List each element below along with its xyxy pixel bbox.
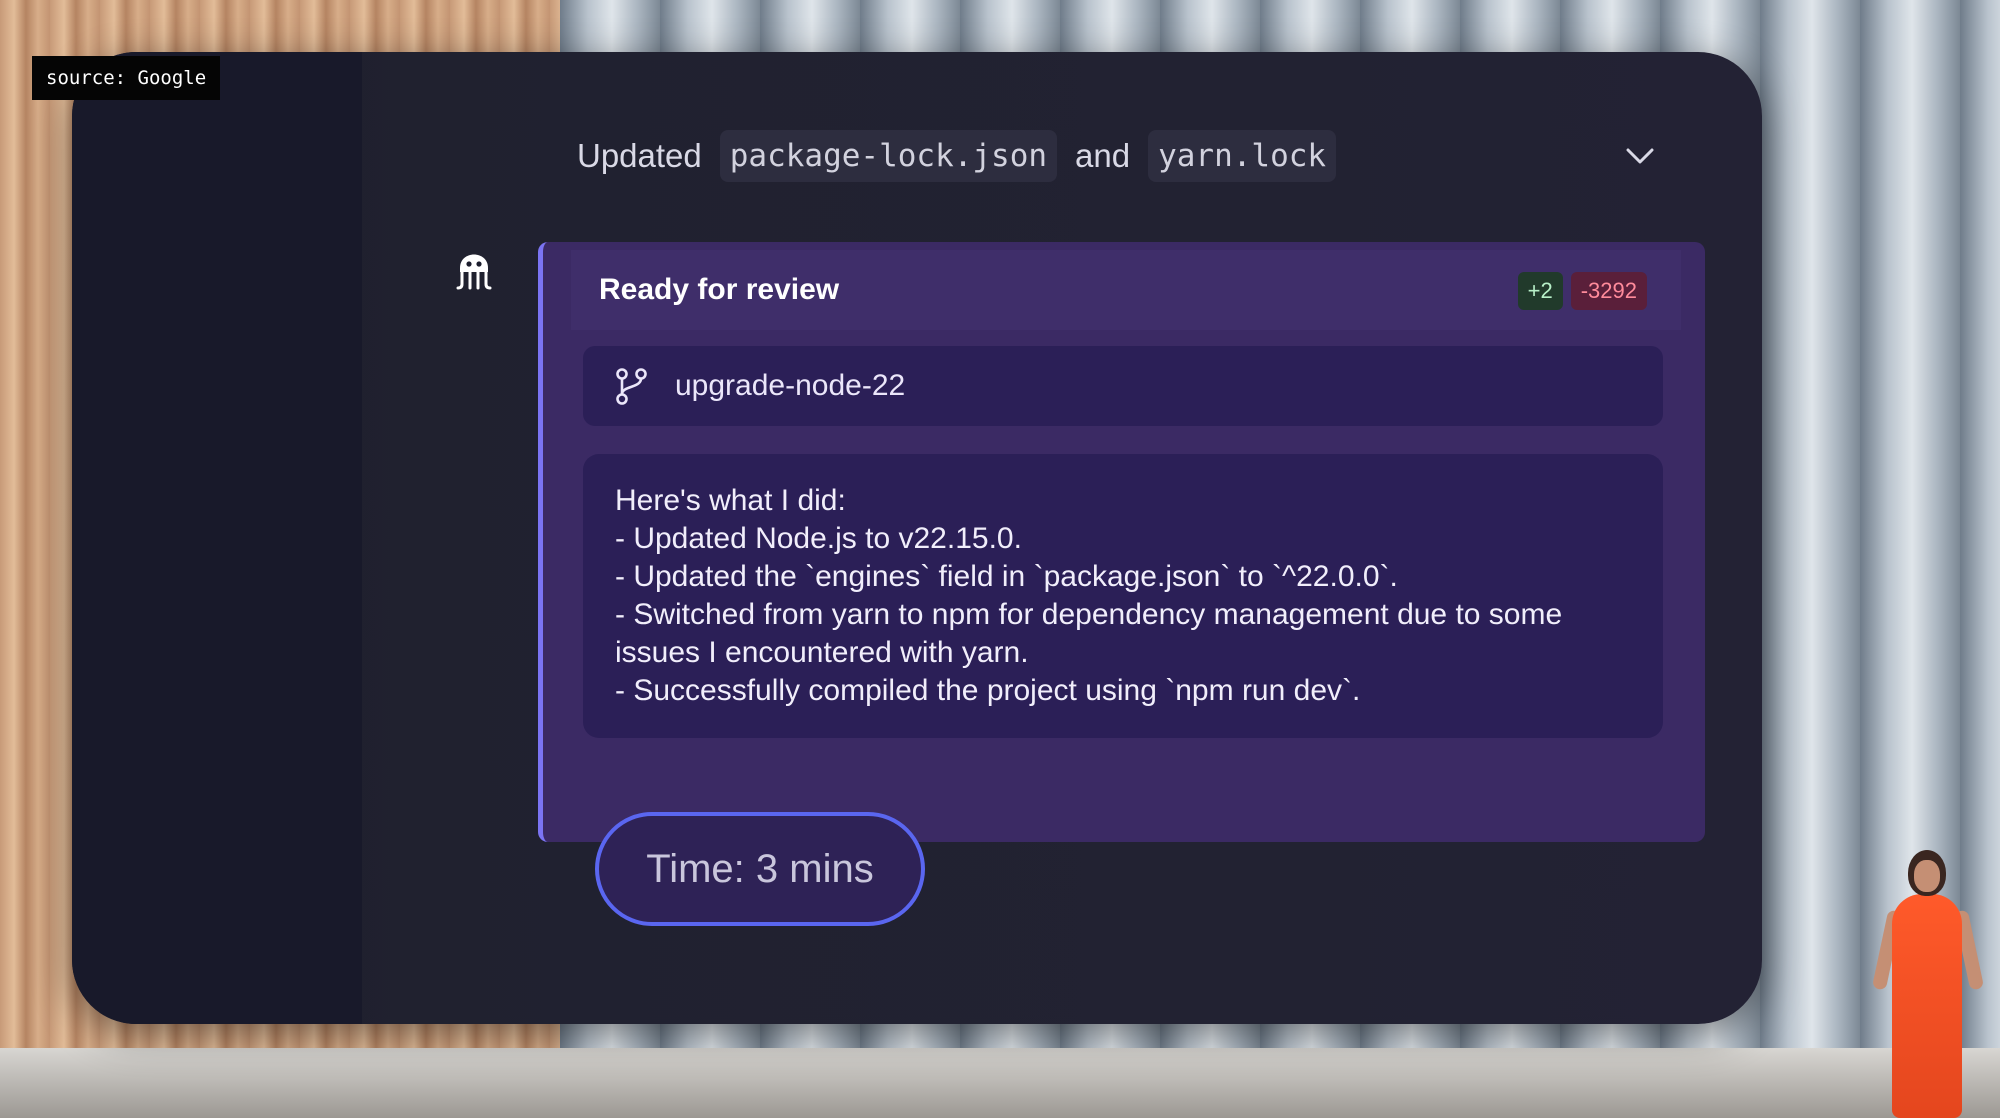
agent-summary: Here's what I did: - Updated Node.js to … bbox=[583, 454, 1663, 738]
file-chip-yarn-lock: yarn.lock bbox=[1148, 130, 1337, 182]
additions-badge: +2 bbox=[1517, 272, 1563, 310]
review-header: Ready for review +2 -3292 bbox=[571, 250, 1681, 330]
review-card: Ready for review +2 -3292 upgrade-node-2… bbox=[538, 242, 1705, 842]
summary-line: - Switched from yarn to npm for dependen… bbox=[615, 598, 1563, 631]
update-prefix: Updated bbox=[577, 137, 702, 174]
review-status-title: Ready for review bbox=[599, 273, 840, 306]
branch-name: upgrade-node-22 bbox=[675, 369, 906, 402]
update-summary-line: Updated package-lock.json and yarn.lock bbox=[577, 126, 1337, 186]
update-conjunction: and bbox=[1075, 137, 1131, 174]
octopus-icon bbox=[452, 242, 496, 292]
summary-line: Here's what I did: bbox=[615, 484, 846, 517]
app-screen: Updated package-lock.json and yarn.lock … bbox=[72, 52, 1762, 1024]
stage-floor bbox=[0, 1048, 2000, 1118]
summary-line: issues I encountered with yarn. bbox=[615, 636, 1029, 669]
source-badge: source: Google bbox=[32, 56, 221, 100]
branch-row[interactable]: upgrade-node-22 bbox=[583, 346, 1663, 426]
summary-line: - Successfully compiled the project usin… bbox=[615, 674, 1361, 707]
git-branch-icon bbox=[616, 368, 647, 405]
deletions-badge: -3292 bbox=[1570, 272, 1647, 310]
chevron-down-icon[interactable] bbox=[1620, 136, 1660, 176]
summary-line: - Updated Node.js to v22.15.0. bbox=[615, 522, 1022, 555]
summary-line: - Updated the `engines` field in `packag… bbox=[615, 560, 1398, 593]
time-callout: Time: 3 mins bbox=[595, 812, 925, 926]
time-label: Time: 3 mins bbox=[646, 846, 874, 891]
file-chip-package-lock: package-lock.json bbox=[719, 130, 1058, 182]
presenter bbox=[1870, 850, 1985, 1118]
left-pane bbox=[72, 52, 362, 1024]
diff-stats: +2 -3292 bbox=[1517, 272, 1647, 310]
